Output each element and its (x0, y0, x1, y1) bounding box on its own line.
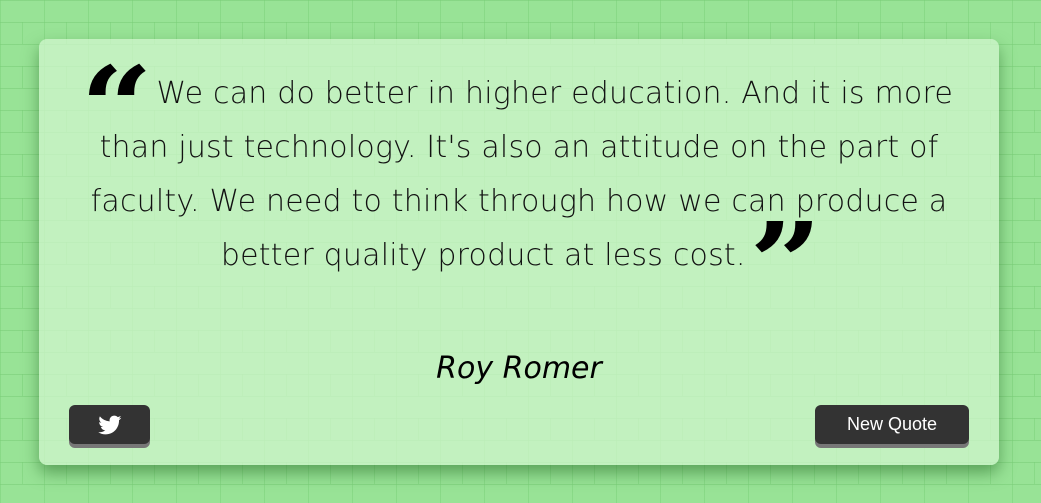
new-quote-button[interactable]: New Quote (815, 405, 969, 444)
tweet-quote-button[interactable] (69, 405, 150, 444)
quote-text: We can do better in higher education. An… (90, 76, 953, 273)
quote-box: “We can do better in higher education. A… (39, 39, 999, 465)
quote-text-block: “We can do better in higher education. A… (80, 42, 953, 327)
twitter-icon (97, 415, 121, 434)
quote-author: Roy Romer (436, 351, 602, 386)
